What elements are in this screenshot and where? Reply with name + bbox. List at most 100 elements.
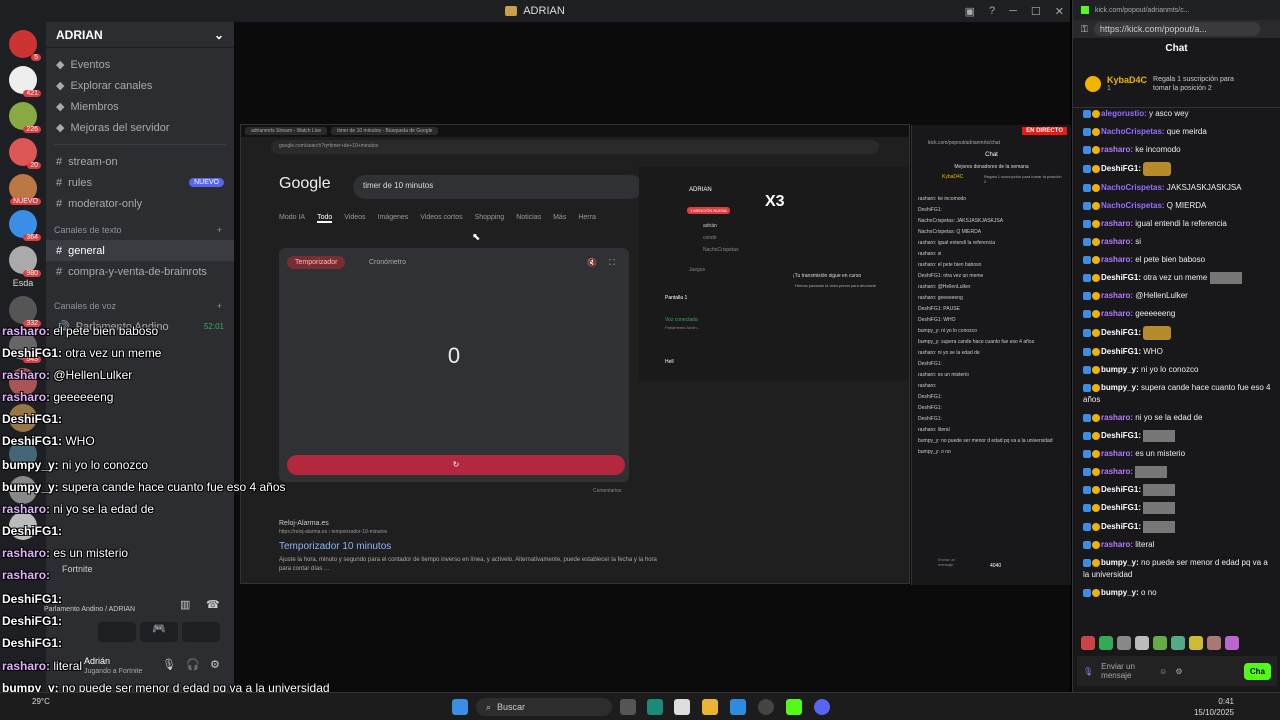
server-header[interactable]: ADRIAN ⌄: [46, 22, 234, 48]
server-icon[interactable]: NUEVO: [9, 174, 41, 205]
server-name: ADRIAN: [56, 27, 103, 42]
voice-category[interactable]: Canales de voz +: [46, 296, 234, 316]
overlay-user: rasharo:: [2, 368, 51, 382]
comments-link: Comentarios: [593, 488, 622, 494]
discord-icon[interactable]: [814, 699, 830, 715]
channel-item[interactable]: # rules NUEVO: [46, 172, 234, 193]
mod-badge-icon: [1083, 366, 1091, 374]
channel-item[interactable]: # general: [46, 240, 234, 261]
menu-item-label: Explorar canales: [70, 79, 153, 92]
start-icon[interactable]: [452, 699, 468, 715]
chat-username: bumpy_y:: [1101, 587, 1139, 597]
chat-username: rasharo:: [1101, 237, 1134, 246]
google-tab: Videos: [344, 214, 366, 221]
emote-icon[interactable]: [1081, 636, 1095, 650]
taskbar-search[interactable]: ⌕ Buscar: [476, 698, 612, 716]
mini-voice: Voz conectada: [665, 317, 698, 323]
mod-badge-icon: [1083, 201, 1091, 210]
kick-icon[interactable]: [786, 699, 802, 715]
maximize-button[interactable]: ☐: [1031, 5, 1041, 18]
chat-send-button[interactable]: Cha: [1243, 662, 1271, 680]
chrome-icon[interactable]: [758, 699, 774, 715]
mic-icon[interactable]: 🎙: [1083, 667, 1093, 676]
server-badge: 364: [23, 234, 41, 241]
emote-icon[interactable]: [1153, 636, 1167, 650]
chat-username: bumpy_y:: [1101, 383, 1139, 393]
capture-address: google.com/search?q=timer+de+10+minutos: [271, 140, 879, 154]
chat-text: y asco wey: [1146, 109, 1189, 118]
chat-username: DeshiFG1:: [1101, 328, 1142, 338]
overlay-text: el pete bien baboso: [50, 324, 159, 338]
chat-username: rasharo:: [1101, 413, 1134, 423]
channel-label: stream-on: [68, 155, 118, 168]
inner-chat-line: rasharo:: [918, 383, 937, 389]
server-icon[interactable]: 332: [9, 296, 41, 327]
chevron-down-icon[interactable]: ⌄: [214, 28, 224, 42]
mod-badge-icon: [1083, 468, 1091, 477]
inbox-icon[interactable]: ▣: [965, 5, 975, 18]
google-tab: Imágenes: [377, 214, 409, 221]
chat-message: DeshiFG1:: [1083, 162, 1271, 176]
sub-badge-icon: [1092, 183, 1100, 192]
menu-item[interactable]: ◆ Explorar canales: [46, 75, 234, 96]
weather-widget[interactable]: 29°C: [32, 696, 50, 707]
mod-badge-icon: [1083, 145, 1091, 154]
sub-badge-icon: [1092, 486, 1100, 495]
mini-title: ADRIAN: [689, 187, 712, 193]
server-icon[interactable]: 5: [9, 30, 41, 61]
add-voice-icon[interactable]: +: [217, 301, 222, 311]
store-icon[interactable]: [674, 699, 690, 715]
emote-icon[interactable]: [1135, 636, 1149, 650]
sub-badge-icon: [1092, 201, 1100, 210]
google-tab: Noticias: [516, 214, 542, 221]
channel-item[interactable]: # stream-on: [46, 151, 234, 172]
add-channel-icon[interactable]: +: [217, 225, 222, 235]
server-icon[interactable]: 364: [9, 210, 41, 241]
server-icon[interactable]: 20: [9, 138, 41, 169]
inner-chat-line: DeshiFG1:: [918, 207, 942, 213]
mod-badge-icon: [1083, 109, 1091, 118]
emote-icon[interactable]: [1171, 636, 1185, 650]
server-icon[interactable]: 421: [9, 66, 41, 97]
chat-message: rasharo: literal: [1083, 539, 1271, 551]
menu-item[interactable]: ◆ Miembros: [46, 96, 234, 117]
menu-item[interactable]: ◆ Eventos: [46, 54, 234, 75]
mod-badge-icon: [1083, 588, 1091, 597]
emoji-icon[interactable]: ☺: [1159, 667, 1167, 676]
chat-input[interactable]: Enviar un mensaje: [1101, 662, 1151, 680]
sub-badge-icon: [1092, 127, 1100, 136]
capture-tab: adrianmrts Stream - Watch Live: [245, 127, 328, 135]
server-icon[interactable]: 226: [9, 102, 41, 133]
minimize-button[interactable]: ─: [1009, 5, 1017, 17]
emote-icon[interactable]: [1207, 636, 1221, 650]
emote-icon[interactable]: [1189, 636, 1203, 650]
chat-text: si: [1133, 237, 1142, 246]
explorer-icon[interactable]: [702, 699, 718, 715]
chat-message: rasharo: geeeeeeng: [1083, 308, 1271, 320]
popout-url[interactable]: https://kick.com/popout/a...: [1093, 22, 1260, 36]
app-icon[interactable]: [730, 699, 746, 715]
chat-text: @HellenLulker: [1133, 291, 1188, 301]
channel-item[interactable]: # moderator-only: [46, 193, 234, 214]
emote-icon[interactable]: [1225, 636, 1239, 650]
chat-username: rasharo:: [1101, 467, 1134, 477]
chat-message: rasharo: ke incomodo: [1083, 144, 1271, 156]
task-view-icon[interactable]: [620, 699, 636, 715]
channel-label: rules: [68, 176, 92, 189]
help-icon[interactable]: ?: [989, 5, 995, 17]
text-category[interactable]: Canales de texto +: [46, 220, 234, 240]
sub-badge-icon: [1092, 165, 1100, 173]
overlay-user: DeshiFG1:: [2, 592, 63, 606]
emote-icon[interactable]: [1117, 636, 1131, 650]
settings-icon[interactable]: ⚙: [1175, 667, 1182, 676]
overlay-message: DeshiFG1:: [2, 636, 62, 650]
overlay-text: ni yo lo conozco: [58, 458, 149, 472]
channel-item[interactable]: # compra-y-venta-de-brainrots: [46, 261, 234, 282]
chat-username: DeshiFG1:: [1101, 347, 1142, 357]
close-button[interactable]: ✕: [1055, 5, 1064, 18]
clock[interactable]: 0:41 15/10/2025: [1194, 696, 1234, 718]
edge-icon[interactable]: [647, 699, 663, 715]
emote-icon[interactable]: [1099, 636, 1113, 650]
server-icon[interactable]: 980: [9, 246, 41, 277]
menu-item[interactable]: ◆ Mejoras del servidor: [46, 117, 234, 138]
